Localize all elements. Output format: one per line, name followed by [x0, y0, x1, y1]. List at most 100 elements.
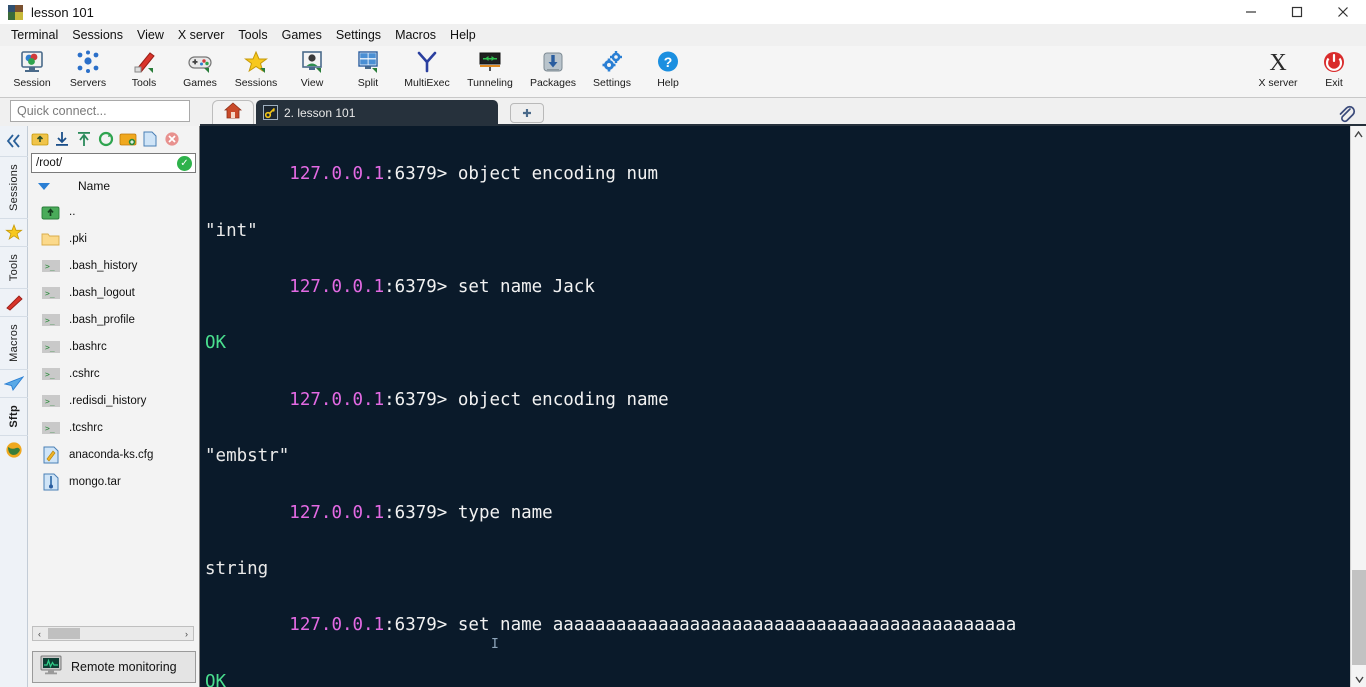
menu-settings[interactable]: Settings — [329, 26, 388, 44]
terminal-line: OK — [205, 333, 227, 354]
vbar-label: Tools — [8, 254, 20, 282]
download-icon[interactable] — [52, 129, 72, 149]
menu-sessions[interactable]: Sessions — [65, 26, 130, 44]
menu-tools[interactable]: Tools — [231, 26, 274, 44]
config-file-icon — [40, 446, 62, 464]
wrench-icon[interactable] — [0, 288, 28, 316]
sftp-path-input[interactable]: /root/ ✓ — [31, 153, 196, 173]
toolbar-label: View — [300, 77, 324, 89]
sftp-browser-panel: /root/ ✓ Name .. .pki >_ .bash_history >… — [28, 126, 200, 687]
toolbar-button-sessions[interactable]: Sessions — [228, 46, 284, 98]
multiexec-icon — [412, 48, 442, 76]
file-name: mongo.tar — [69, 475, 121, 488]
list-item[interactable]: .pki — [28, 225, 199, 252]
paper-plane-icon[interactable] — [0, 369, 28, 397]
menu-help[interactable]: Help — [443, 26, 483, 44]
toolbar-button-split[interactable]: Split — [340, 46, 396, 98]
menu-games[interactable]: Games — [275, 26, 329, 44]
new-tab-button[interactable]: ✚ — [510, 103, 544, 123]
vbar-item-sftp[interactable]: Sftp — [0, 397, 28, 435]
file-name: .redisdi_history — [69, 394, 147, 407]
tools-icon — [129, 48, 159, 76]
tab-home[interactable] — [212, 100, 254, 125]
file-name: .. — [69, 205, 76, 218]
toolbar-button-session[interactable]: Session — [4, 46, 60, 98]
toolbar-label: Split — [357, 77, 379, 89]
command-text: object encoding num — [457, 164, 659, 185]
toolbar-button-packages[interactable]: Packages — [522, 46, 584, 98]
menu-terminal[interactable]: Terminal — [4, 26, 65, 44]
delete-icon[interactable] — [162, 129, 182, 149]
toolbar-button-view[interactable]: View — [284, 46, 340, 98]
remote-monitoring-button[interactable]: Remote monitoring — [32, 651, 196, 683]
sftp-column-header[interactable]: Name — [28, 176, 199, 196]
toolbar-button-exit[interactable]: Exit — [1306, 46, 1362, 98]
list-item[interactable]: >_ .tcshrc — [28, 414, 199, 441]
toolbar: Session Servers Tools Games Sessions Vie… — [0, 46, 1366, 98]
scroll-up-arrow[interactable] — [1351, 126, 1366, 142]
menu-macros[interactable]: Macros — [388, 26, 443, 44]
list-item[interactable]: >_ .bash_history — [28, 252, 199, 279]
quick-connect-input[interactable]: Quick connect... — [10, 100, 190, 122]
scroll-left-arrow[interactable]: ‹ — [33, 629, 46, 639]
upload-icon[interactable] — [74, 129, 94, 149]
prompt-tail: :6379> — [384, 389, 458, 410]
prompt-host: 127.0.0.1 — [289, 389, 385, 410]
sftp-horizontal-scrollbar[interactable]: ‹ › — [32, 626, 194, 641]
toolbar-button-tools[interactable]: Tools — [116, 46, 172, 98]
tab-strip: 2. lesson 101 close-icon ✚ — [200, 100, 1366, 125]
terminal-pane[interactable]: 127.0.0.1:6379> object encoding num "int… — [200, 126, 1350, 687]
list-item[interactable]: mongo.tar — [28, 468, 199, 495]
sftp-file-list[interactable]: .. .pki >_ .bash_history >_ .bash_logout — [28, 198, 199, 610]
command-text: set name Jack — [457, 277, 595, 298]
minimize-button[interactable] — [1228, 0, 1274, 24]
vbar-item-sessions[interactable]: Sessions — [0, 156, 28, 218]
terminal-scrollbar[interactable] — [1350, 126, 1366, 687]
list-item[interactable]: >_ .bashrc — [28, 333, 199, 360]
terminal-line: "embstr" — [205, 446, 290, 467]
toolbar-button-games[interactable]: Games — [172, 46, 228, 98]
toolbar-button-x-server[interactable]: X X server — [1250, 46, 1306, 98]
new-folder-icon[interactable] — [118, 129, 138, 149]
globe-icon[interactable] — [0, 434, 28, 464]
vbar-item-tools[interactable]: Tools — [0, 246, 28, 288]
terminal-line: OK — [205, 671, 227, 687]
paperclip-icon[interactable] — [1334, 102, 1358, 126]
list-item[interactable]: >_ .redisdi_history — [28, 387, 199, 414]
toolbar-button-tunneling[interactable]: Tunneling — [458, 46, 522, 98]
close-button[interactable] — [1320, 0, 1366, 24]
svg-text:X: X — [1269, 50, 1286, 75]
title-bar: lesson 101 — [0, 0, 1366, 24]
menu-view[interactable]: View — [130, 26, 171, 44]
star-icon[interactable] — [0, 218, 28, 246]
scroll-down-arrow[interactable] — [1351, 671, 1366, 687]
sessions-icon — [241, 48, 271, 76]
scroll-right-arrow[interactable]: › — [180, 629, 193, 639]
svg-text:>_: >_ — [45, 397, 55, 406]
prompt-tail: :6379> — [384, 277, 458, 298]
toolbar-button-servers[interactable]: Servers — [60, 46, 116, 98]
terminal-output: 127.0.0.1:6379> object encoding num "int… — [200, 126, 1350, 687]
toolbar-button-settings[interactable]: Settings — [584, 46, 640, 98]
list-item[interactable]: >_ .cshrc — [28, 360, 199, 387]
scroll-thumb[interactable] — [48, 628, 80, 639]
scroll-thumb[interactable] — [1352, 570, 1366, 665]
list-item[interactable]: anaconda-ks.cfg — [28, 441, 199, 468]
mobaxterm-window: lesson 101 Terminal Sessions View X serv… — [0, 0, 1366, 687]
folder-up-icon[interactable] — [30, 129, 50, 149]
vbar-label: Sessions — [8, 164, 20, 212]
key-icon — [263, 105, 278, 120]
new-file-icon[interactable] — [140, 129, 160, 149]
maximize-button[interactable] — [1274, 0, 1320, 24]
refresh-icon[interactable] — [96, 129, 116, 149]
list-item[interactable]: >_ .bash_profile — [28, 306, 199, 333]
vbar-item-macros[interactable]: Macros — [0, 316, 28, 369]
sftp-toolbar — [28, 126, 199, 152]
list-item[interactable]: .. — [28, 198, 199, 225]
list-item[interactable]: >_ .bash_logout — [28, 279, 199, 306]
toolbar-button-multiexec[interactable]: MultiExec — [396, 46, 458, 98]
menu-x-server[interactable]: X server — [171, 26, 232, 44]
tab-lesson-101[interactable]: 2. lesson 101 close-icon — [256, 100, 498, 125]
chevron-double-left-icon[interactable] — [0, 126, 27, 156]
toolbar-button-help[interactable]: ? Help — [640, 46, 696, 98]
